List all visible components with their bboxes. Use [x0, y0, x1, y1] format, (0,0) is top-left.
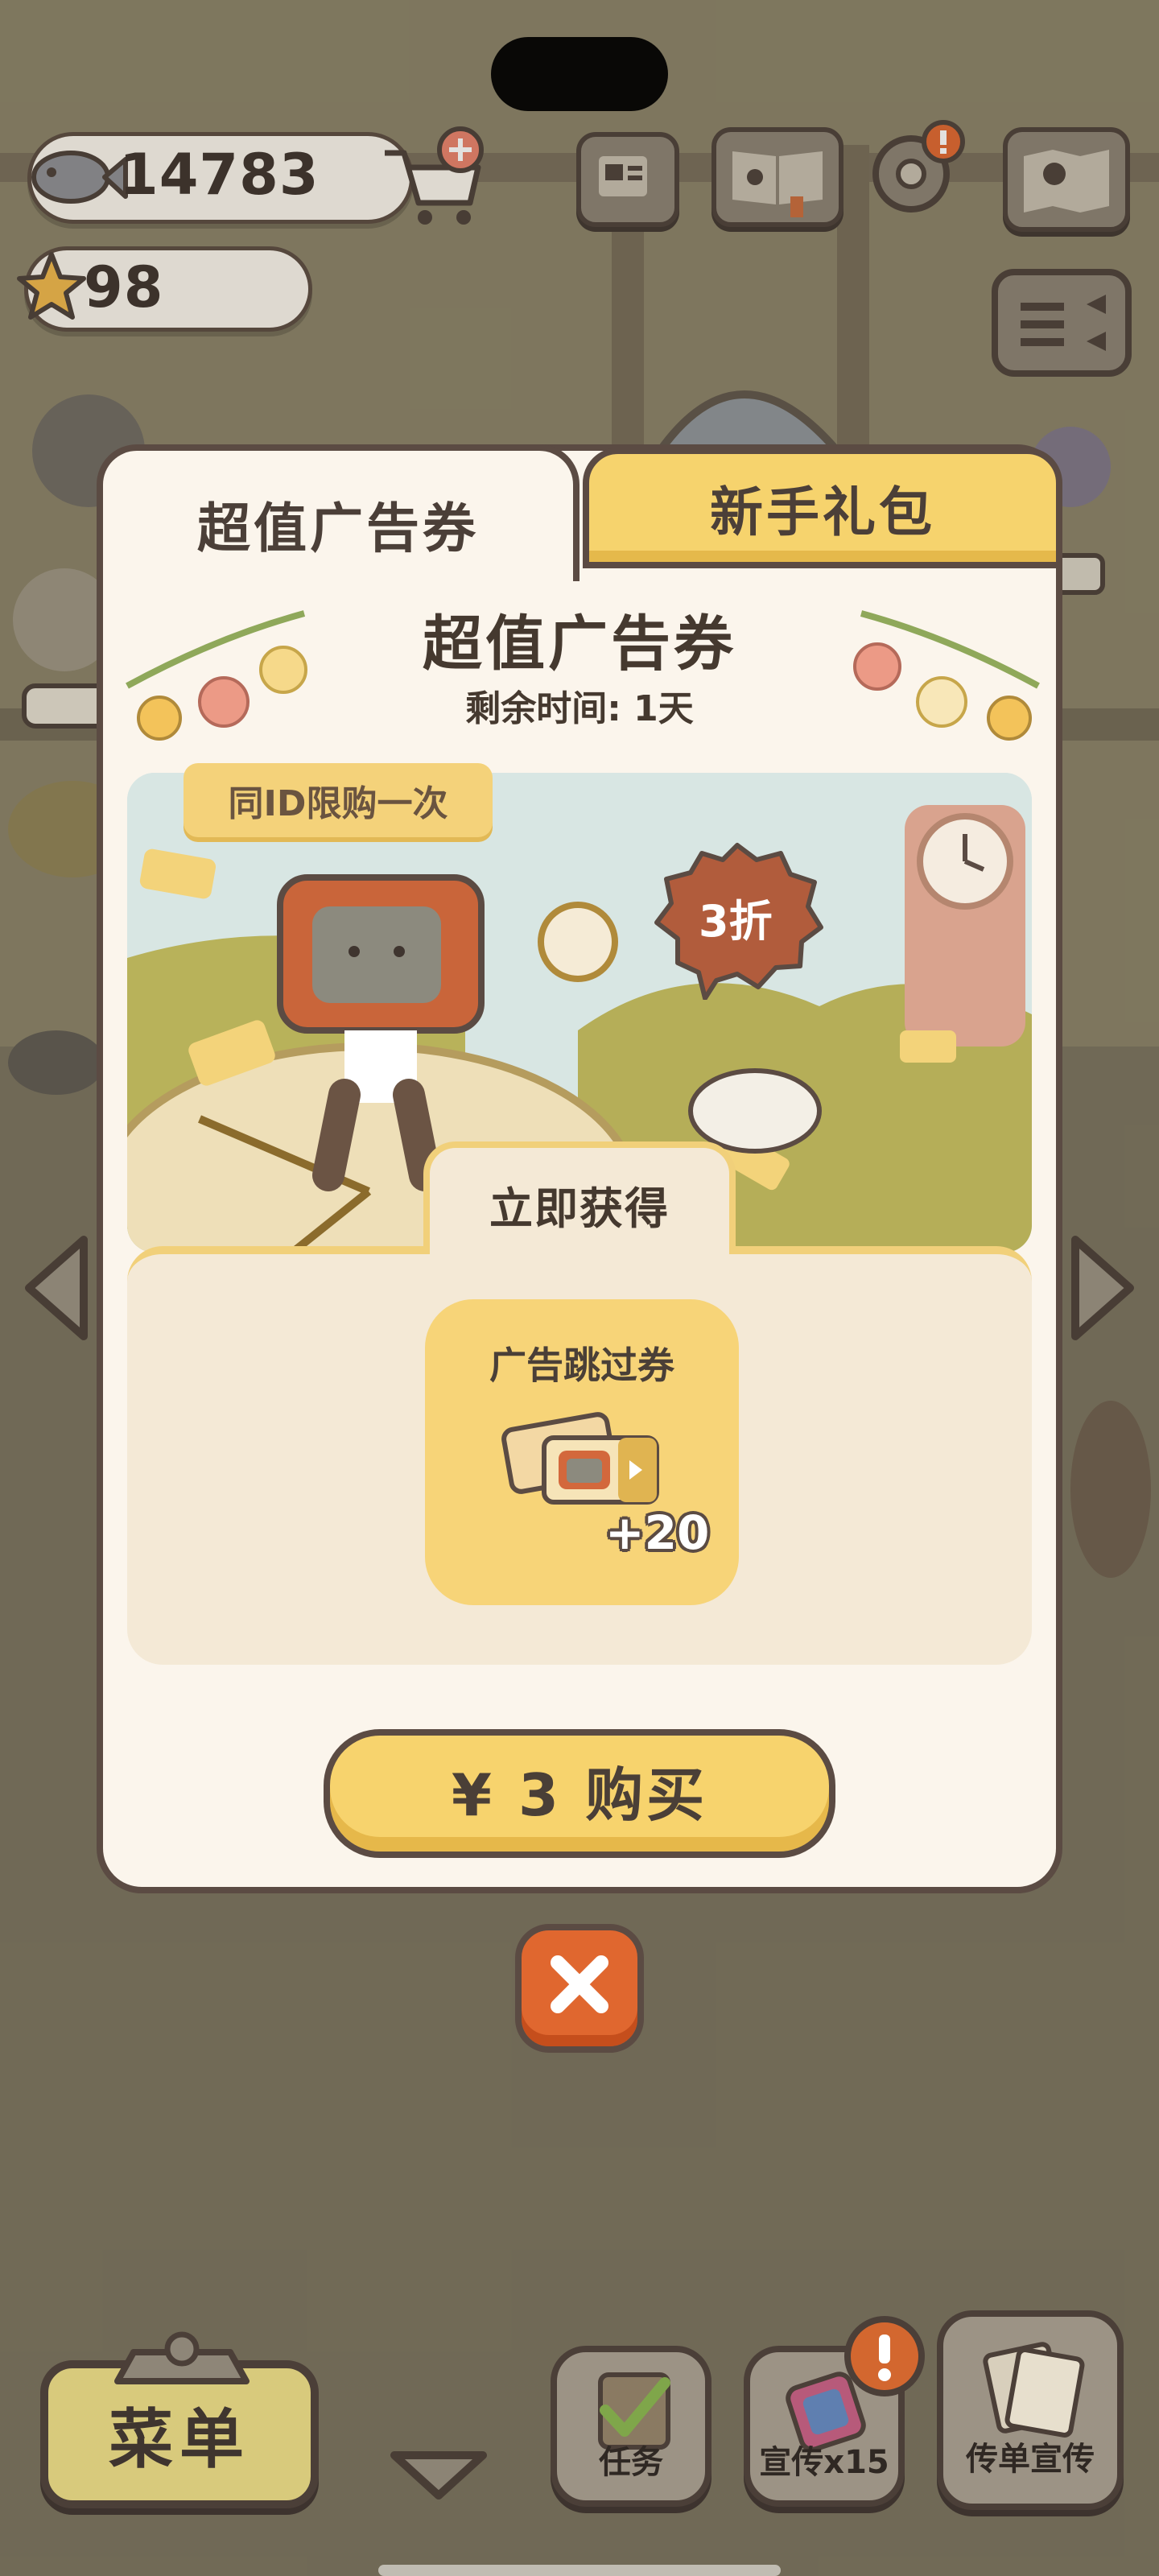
tab-starter-pack[interactable]: 新手礼包 — [583, 448, 1062, 568]
get-now-tab: 立即获得 — [423, 1141, 736, 1254]
close-icon — [551, 1955, 608, 2013]
menu-button-label: 菜单 — [109, 2402, 250, 2477]
discount-badge-text: 3折 — [699, 896, 773, 947]
offer-title: 超值广告券 — [423, 609, 736, 679]
reward-name: 广告跳过券 — [489, 1344, 674, 1387]
buy-button-label: ¥ 3 购买 — [451, 1761, 708, 1829]
promotion-label: 宣传x15 — [759, 2444, 889, 2481]
buy-button[interactable]: ¥ 3 购买 — [324, 1729, 835, 1858]
tasks-button[interactable]: 任务 — [551, 2346, 711, 2507]
flyer-promotion-label: 传单宣传 — [966, 2441, 1095, 2478]
purchase-limit-text: 同ID限购一次 — [228, 783, 448, 824]
tasks-label: 任务 — [599, 2444, 663, 2481]
tab-ad-coupon-label: 超值广告券 — [197, 497, 479, 559]
tab-ad-coupon[interactable]: 超值广告券 — [97, 444, 580, 581]
alert-badge-icon — [844, 2316, 925, 2396]
get-now-label: 立即获得 — [489, 1183, 670, 1234]
ad-skip-ticket-icon — [501, 1412, 659, 1505]
flyer-promotion-button[interactable]: 传单宣传 — [937, 2310, 1124, 2510]
purchase-limit-tag: 同ID限购一次 — [184, 763, 493, 837]
reward-count: +20 — [605, 1505, 710, 1560]
clipboard-clip-icon — [114, 2331, 250, 2384]
close-button[interactable] — [515, 1924, 644, 2053]
remaining-time: 剩余时间: 1天 — [465, 688, 694, 729]
tab-starter-pack-label: 新手礼包 — [710, 481, 935, 543]
